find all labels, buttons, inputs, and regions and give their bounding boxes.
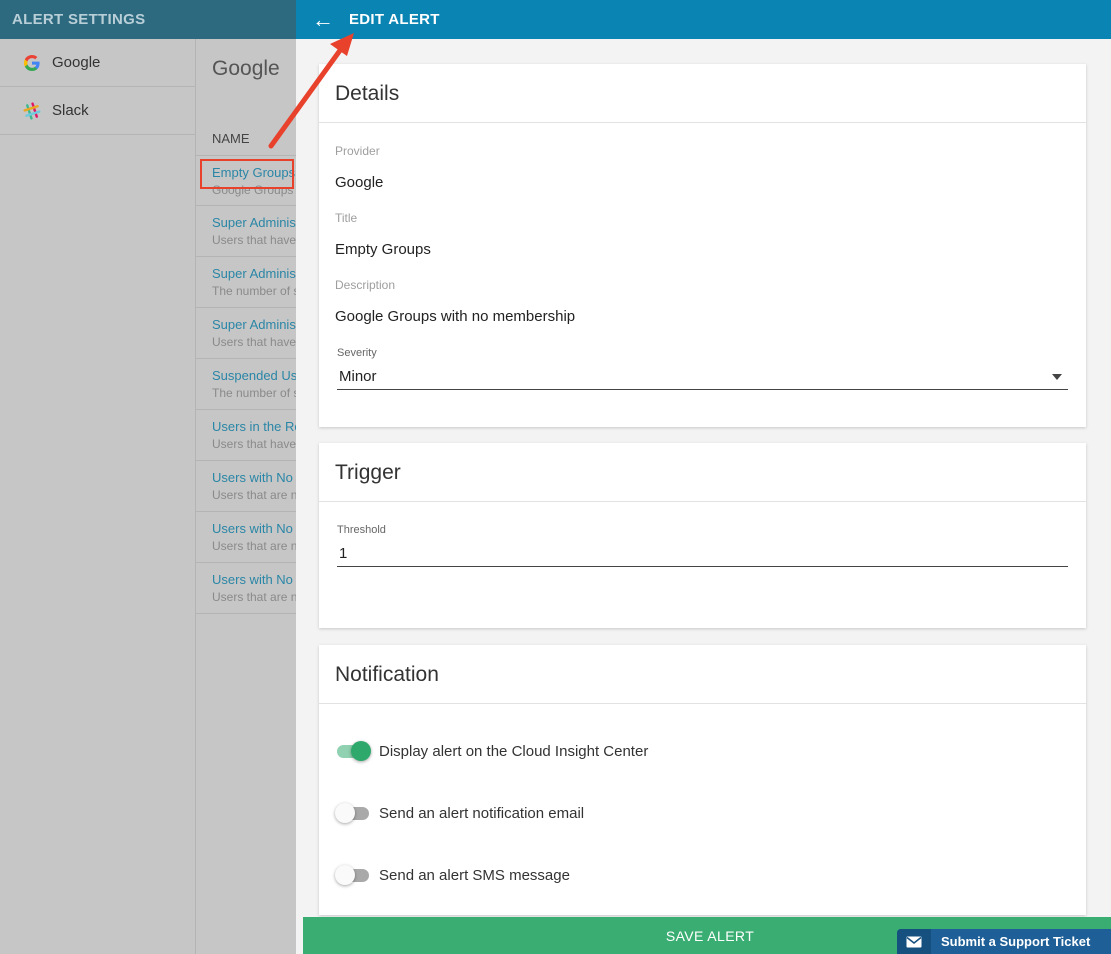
provider-value: Google	[335, 174, 384, 191]
alert-description: The number of super admins	[212, 284, 296, 298]
alert-name-link[interactable]: Users with No	[212, 572, 296, 587]
details-card: Details Provider Google Title Empty Grou…	[319, 64, 1086, 427]
provider-sidebar: Google Slack	[0, 39, 196, 954]
notification-option-sms: Send an alert SMS message	[335, 864, 570, 886]
alert-description: Users that have super admin	[212, 233, 296, 247]
severity-label: Severity	[337, 347, 377, 359]
alert-description: The number of suspended users	[212, 386, 296, 400]
edit-alert-header: ← EDIT ALERT	[296, 0, 1111, 39]
submit-support-ticket-button[interactable]: Submit a Support Ticket	[897, 929, 1111, 954]
title-value: Empty Groups	[335, 241, 431, 258]
alert-name-link[interactable]: Super Administrators	[212, 317, 296, 332]
alert-name-link[interactable]: Users with No	[212, 521, 296, 536]
alert-settings-header: ALERT SETTINGS	[0, 0, 296, 39]
notification-option-email: Send an alert notification email	[335, 802, 584, 824]
severity-value: Minor	[339, 368, 377, 385]
alert-description: Users that have no org unit	[212, 437, 296, 451]
toggle-label: Send an alert SMS message	[379, 866, 570, 884]
toggle-label: Send an alert notification email	[379, 804, 585, 822]
alert-name-link[interactable]: Users with No	[212, 470, 296, 485]
alert-description: Users that are not	[212, 488, 296, 502]
alert-description: Users that have super admin	[212, 335, 296, 349]
list-item[interactable]: Users with No Users that are not	[196, 461, 296, 512]
alert-description: Users that are not	[212, 539, 296, 553]
alert-name-link[interactable]: Users in the Root	[212, 419, 296, 434]
edit-alert-title: EDIT ALERT	[349, 11, 440, 28]
title-label: Title	[335, 211, 358, 225]
slack-icon	[22, 101, 42, 121]
alert-list-title: Google	[212, 57, 280, 80]
description-label: Description	[335, 278, 396, 292]
sidebar-item-label: Google	[52, 54, 101, 71]
arrow-left-icon[interactable]: ←	[312, 8, 342, 31]
list-item[interactable]: Users in the Root Users that have no org …	[196, 410, 296, 461]
support-label: Submit a Support Ticket	[941, 934, 1091, 949]
list-item[interactable]: Users with No Users that are not	[196, 512, 296, 563]
trigger-heading: Trigger	[319, 443, 1086, 502]
provider-label: Provider	[335, 144, 380, 158]
list-item[interactable]: Super Administrators Users that have supe…	[196, 308, 296, 359]
details-heading: Details	[319, 64, 1086, 123]
email-notification-toggle[interactable]	[335, 802, 371, 824]
chevron-down-icon	[1052, 374, 1062, 380]
description-value: Google Groups with no membership	[335, 308, 576, 325]
google-icon	[22, 53, 42, 73]
mail-icon	[897, 929, 931, 954]
annotation-highlight-box	[200, 159, 294, 189]
alert-description: Users that are not	[212, 590, 296, 604]
trigger-card: Trigger Threshold	[319, 443, 1086, 628]
alert-name-link[interactable]: Suspended Users	[212, 368, 296, 383]
threshold-input[interactable]	[337, 541, 1068, 565]
notification-card: Notification Display alert on the Cloud …	[319, 645, 1086, 915]
notification-option-cloud-insight: Display alert on the Cloud Insight Cente…	[335, 740, 648, 762]
alert-name-link[interactable]: Super Administrators	[212, 215, 296, 230]
list-item[interactable]: Super Administrators The number of super …	[196, 257, 296, 308]
threshold-field	[337, 541, 1068, 567]
threshold-label: Threshold	[337, 524, 386, 536]
alert-name-link[interactable]: Super Administrators	[212, 266, 296, 281]
toggle-label: Display alert on the Cloud Insight Cente…	[379, 742, 649, 760]
display-alert-toggle[interactable]	[335, 740, 371, 762]
sms-notification-toggle[interactable]	[335, 864, 371, 886]
sidebar-item-slack[interactable]: Slack	[0, 87, 195, 135]
list-item[interactable]: Suspended Users The number of suspended u…	[196, 359, 296, 410]
severity-select[interactable]: Minor	[337, 364, 1068, 390]
column-header-name: NAME	[212, 131, 250, 146]
sidebar-item-label: Slack	[52, 102, 89, 119]
list-item[interactable]: Users with No Users that are not	[196, 563, 296, 614]
edit-alert-panel: ← EDIT ALERT Details Provider Google Tit…	[296, 0, 1111, 954]
alert-settings-title: ALERT SETTINGS	[12, 11, 146, 28]
list-item[interactable]: Super Administrators Users that have supe…	[196, 206, 296, 257]
alert-rows: Empty GroupsGoogle Groups with no member…	[196, 155, 296, 614]
sidebar-item-google[interactable]: Google	[0, 39, 195, 87]
notification-heading: Notification	[319, 645, 1086, 704]
